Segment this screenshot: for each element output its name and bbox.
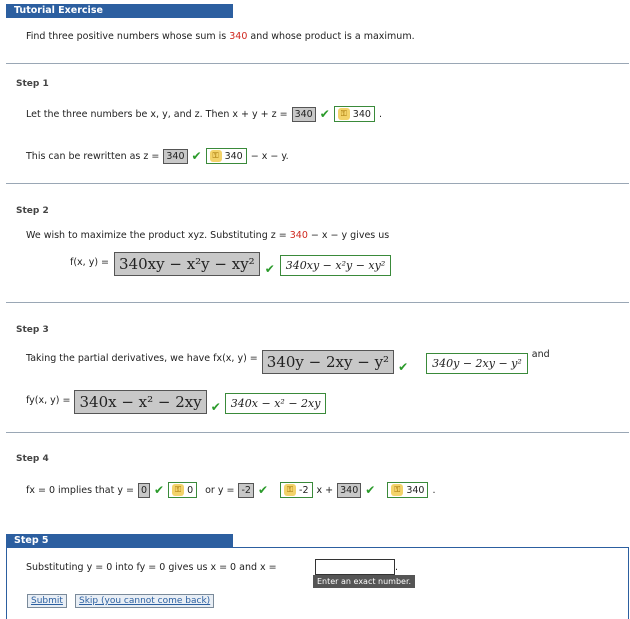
key-icon: ⚿: [209, 150, 222, 162]
step4-key1: ⚿ 0: [168, 482, 198, 498]
step1-line1: Let the three numbers be x, y, and z. Th…: [26, 106, 382, 122]
problem-value: 340: [229, 31, 248, 42]
divider: [6, 183, 629, 184]
key-icon: ⚿: [172, 484, 185, 496]
step4-answer1: 0: [137, 482, 151, 498]
input-tooltip: Enter an exact number.: [313, 575, 416, 588]
submit-button[interactable]: Submit: [27, 594, 67, 608]
step2-label: Step 2: [16, 206, 49, 216]
step2-answer: 340xy − x²y − xy²: [114, 252, 260, 276]
check-icon: ✔: [191, 149, 202, 163]
skip-button[interactable]: Skip (you cannot come back): [75, 594, 215, 608]
tutorial-header: Tutorial Exercise: [6, 4, 233, 18]
step4-line: fx = 0 implies that y = 0 ✔ ⚿ 0 or y = -2…: [26, 482, 436, 498]
key-icon: ⚿: [284, 484, 297, 496]
step3-line1: Taking the partial derivatives, we have …: [26, 349, 550, 374]
problem-text-pre: Find three positive numbers whose sum is: [26, 31, 230, 42]
step4-key2: ⚿ -2: [280, 482, 313, 498]
check-icon: ✔: [398, 360, 409, 374]
divider: [6, 63, 629, 64]
step5-text: Substituting y = 0 into fy = 0 gives us …: [26, 562, 277, 573]
check-icon: ✔: [319, 107, 330, 121]
step3-key1: 340y − 2xy − y²: [426, 353, 528, 374]
f-label: f(x, y) =: [70, 257, 110, 268]
step1-key1: ⚿ 340: [333, 106, 375, 122]
divider: [6, 302, 629, 303]
problem-text-post: and whose product is a maximum.: [247, 31, 415, 42]
check-icon: ✔: [365, 483, 376, 497]
step5-header: Step 5: [6, 534, 233, 548]
problem-statement: Find three positive numbers whose sum is…: [26, 31, 415, 42]
step3-label: Step 3: [16, 325, 49, 335]
key-icon: ⚿: [337, 108, 350, 120]
step2-equation: f(x, y) = 340xy − x²y − xy² ✔ 340xy − x²…: [70, 252, 392, 276]
step3-answer2: 340x − x² − 2xy: [74, 390, 207, 414]
step1-line2: This can be rewritten as z = 340 ✔ ⚿ 340 …: [26, 148, 289, 164]
step4-answer2: -2: [238, 482, 254, 498]
step2-key: 340xy − x²y − xy²: [279, 255, 392, 276]
step3-line2: fy(x, y) = 340x − x² − 2xy ✔ 340x − x² −…: [26, 390, 327, 414]
check-icon: ✔: [210, 400, 221, 414]
step1-label: Step 1: [16, 79, 49, 89]
check-icon: ✔: [257, 483, 269, 497]
step4-answer3: 340: [337, 482, 362, 498]
step2-text: We wish to maximize the product xyz. Sub…: [26, 230, 390, 241]
check-icon: ✔: [154, 483, 165, 497]
step4-label: Step 4: [16, 454, 49, 464]
step1-line1-text: Let the three numbers be x, y, and z. Th…: [26, 108, 288, 120]
step4-key3: ⚿ 340: [387, 482, 429, 498]
step1-key2: ⚿ 340: [205, 148, 247, 164]
step1-answer2: 340: [163, 148, 188, 164]
step1-line2-text: This can be rewritten as z =: [26, 150, 160, 162]
step3-answer1: 340y − 2xy − y²: [261, 350, 395, 374]
step1-answer1: 340: [291, 106, 316, 122]
key-icon: ⚿: [391, 484, 404, 496]
step3-key2: 340x − x² − 2xy: [224, 393, 327, 414]
divider: [6, 432, 629, 433]
answer-input[interactable]: [315, 559, 395, 575]
check-icon: ✔: [264, 262, 275, 276]
